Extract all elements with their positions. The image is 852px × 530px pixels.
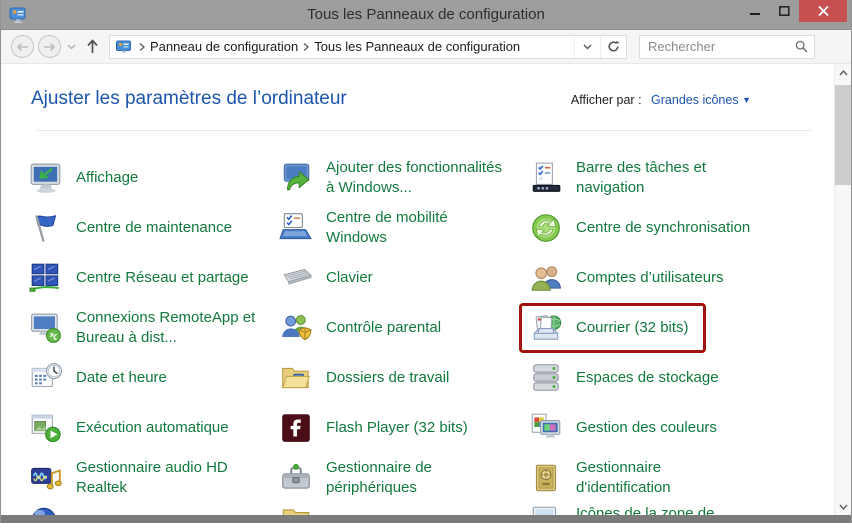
vertical-scrollbar[interactable] (834, 64, 851, 515)
control-panel-item[interactable] (29, 503, 279, 515)
taskbar-icon (529, 161, 563, 195)
sphere-icon (29, 503, 63, 515)
control-panel-item[interactable]: Centre Réseau et partage (29, 253, 279, 303)
control-panel-items-grid: Affichage Ajouter des fonctionnalités à … (29, 153, 829, 515)
chevron-down-icon: ▼ (742, 95, 751, 105)
control-panel-item[interactable]: Gestion des couleurs (529, 403, 829, 453)
flag-icon (29, 211, 63, 245)
control-panel-item[interactable]: Affichage (29, 153, 279, 203)
control-panel-item[interactable]: Dossiers de travail (279, 353, 529, 403)
control-panel-item[interactable]: Gestionnaire de périphériques (279, 453, 529, 503)
control-panel-item[interactable]: Comptes d’utilisateurs (529, 253, 829, 303)
header-separator (37, 130, 811, 131)
color-mgmt-icon (529, 411, 563, 445)
control-panel-item[interactable]: Contrôle parental (279, 303, 529, 353)
forward-button[interactable] (38, 35, 61, 58)
control-panel-item[interactable]: Gestionnaire d'identification (529, 453, 829, 503)
caption-buttons (741, 0, 847, 22)
control-panel-item[interactable]: Centre de maintenance (29, 203, 279, 253)
autoplay-icon (29, 411, 63, 445)
control-panel-item[interactable]: Exécution automatique (29, 403, 279, 453)
add-features-icon (279, 161, 313, 195)
control-panel-item[interactable]: Barre des tâches et navigation (529, 153, 829, 203)
safe-icon (529, 461, 563, 495)
mobility-icon (279, 211, 313, 245)
back-button[interactable] (11, 35, 34, 58)
keyboard-icon (279, 261, 313, 295)
content-area: Ajuster les paramètres de l’ordinateur A… (1, 64, 851, 515)
breadcrumb[interactable]: Panneau de configuration Tous les Pannea… (109, 35, 627, 59)
search-box (639, 35, 815, 59)
control-panel-item[interactable]: Courrier (32 bits) (519, 303, 706, 353)
breadcrumb-chevron-icon[interactable] (139, 43, 145, 51)
scroll-down-icon[interactable] (835, 498, 852, 515)
recent-pages-dropdown-icon[interactable] (67, 44, 76, 50)
control-panel-item[interactable]: Centre de mobilité Windows (279, 203, 529, 253)
breadcrumb-item-current[interactable]: Tous les Panneaux de configuration (314, 39, 520, 54)
breadcrumb-item-root[interactable]: Panneau de configuration (150, 39, 298, 54)
audio-icon (29, 461, 63, 495)
notification-area-icon (529, 503, 563, 515)
control-panel-item[interactable] (279, 503, 529, 515)
search-input[interactable] (648, 39, 795, 54)
work-folder-icon (279, 361, 313, 395)
toolbox-icon (279, 461, 313, 495)
parental-icon (279, 311, 313, 345)
close-button[interactable] (799, 0, 847, 22)
control-panel-item[interactable]: Clavier (279, 253, 529, 303)
storage-icon (529, 361, 563, 395)
window-bottom-border (1, 515, 851, 523)
page-title: Ajuster les paramètres de l’ordinateur (31, 88, 347, 110)
address-dropdown-button[interactable] (574, 36, 600, 58)
network-icon (29, 261, 63, 295)
refresh-button[interactable] (600, 36, 626, 58)
datetime-icon (29, 361, 63, 395)
control-panel-item[interactable]: Gestionnaire audio HD Realtek (29, 453, 279, 503)
folder-icon (279, 503, 313, 515)
window-title: Tous les Panneaux de configuration (1, 0, 851, 30)
control-panel-item[interactable]: Connexions RemoteApp et Bureau à dist... (29, 303, 279, 353)
scrollbar-thumb[interactable] (835, 85, 852, 185)
mail-icon (529, 311, 563, 345)
search-icon[interactable] (795, 40, 808, 53)
view-by-label: Afficher par : (571, 93, 642, 107)
control-panel-small-icon (116, 40, 132, 54)
navigation-bar: Panneau de configuration Tous les Pannea… (1, 30, 851, 64)
control-panel-item[interactable]: Espaces de stockage (529, 353, 829, 403)
view-by-dropdown[interactable]: Grandes icônes ▼ (651, 93, 751, 107)
control-panel-item[interactable]: Date et heure (29, 353, 279, 403)
control-panel-item[interactable]: Ajouter des fonctionnalités à Windows... (279, 153, 529, 203)
flash-icon (279, 411, 313, 445)
remoteapp-icon (29, 311, 63, 345)
title-bar[interactable]: Tous les Panneaux de configuration (1, 0, 851, 30)
control-panel-item[interactable]: Icônes de la zone de (529, 503, 829, 515)
control-panel-item[interactable]: Flash Player (32 bits) (279, 403, 529, 453)
control-panel-window: Tous les Panneaux de configuration (0, 0, 852, 523)
sync-icon (529, 211, 563, 245)
up-button[interactable] (86, 39, 99, 54)
scroll-up-icon[interactable] (835, 64, 852, 81)
maximize-button[interactable] (770, 0, 799, 22)
display-icon (29, 161, 63, 195)
breadcrumb-chevron-icon[interactable] (303, 43, 309, 51)
minimize-button[interactable] (741, 0, 770, 22)
control-panel-item[interactable]: Centre de synchronisation (529, 203, 829, 253)
scrollbar-track[interactable] (835, 81, 852, 498)
users-icon (529, 261, 563, 295)
